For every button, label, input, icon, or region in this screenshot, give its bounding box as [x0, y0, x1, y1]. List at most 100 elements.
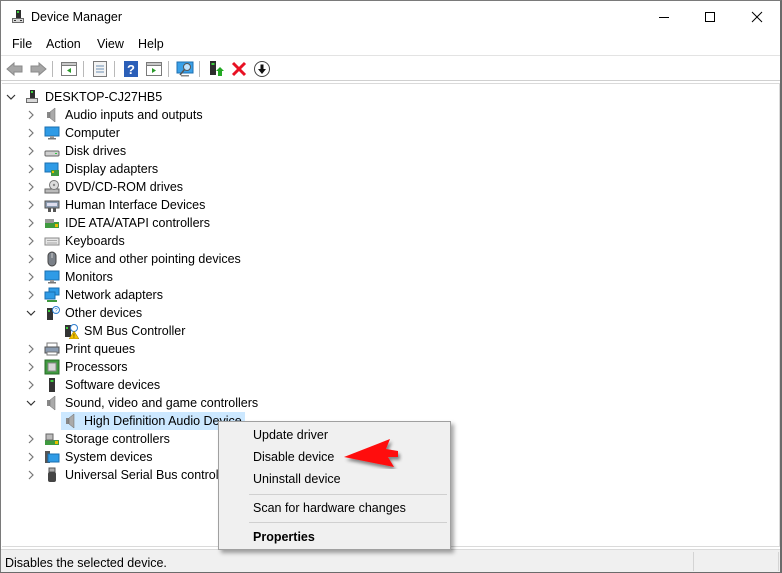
tree-item-other-devices[interactable]: ? Other devices [26, 304, 142, 322]
chevron-right-icon[interactable] [26, 254, 36, 264]
tree-item-label: Keyboards [65, 234, 125, 248]
high-definition-audio-device-icon [66, 413, 75, 429]
close-button[interactable] [734, 1, 780, 33]
status-text: Disables the selected device. [5, 556, 167, 570]
mice-and-other-pointing-devices-icon [47, 251, 57, 267]
chevron-right-icon[interactable] [26, 452, 36, 462]
computer-icon [44, 126, 60, 140]
tree-item-mice-and-other-pointing-devices[interactable]: Mice and other pointing devices [26, 250, 241, 268]
chevron-right-icon[interactable] [26, 128, 36, 138]
chevron-right-icon[interactable] [26, 434, 36, 444]
sound-video-and-game-controllers-icon [47, 395, 56, 411]
toolbar-separator [52, 61, 53, 77]
tree-item-print-queues[interactable]: Print queues [26, 340, 135, 358]
menu-action[interactable]: Action [46, 37, 81, 51]
tree-item-disk-drives[interactable]: Disk drives [26, 142, 126, 160]
chevron-right-icon[interactable] [26, 164, 36, 174]
scan-hardware-monitor-icon[interactable] [176, 60, 194, 78]
ctx-update-driver[interactable]: Update driver [253, 428, 328, 442]
tree-root[interactable]: DESKTOP-CJ27HB5 [6, 88, 162, 106]
status-bar: Disables the selected device. [1, 549, 780, 572]
tree-item-human-interface-devices[interactable]: Human Interface Devices [26, 196, 205, 214]
menu-view[interactable]: View [97, 37, 124, 51]
tree-item-label: Network adapters [65, 288, 163, 302]
chevron-down-icon[interactable] [26, 398, 36, 408]
tree-item-sound-video-and-game-controllers[interactable]: Sound, video and game controllers [26, 394, 258, 412]
chevron-right-icon[interactable] [26, 218, 36, 228]
tree-item-display-adapters[interactable]: Display adapters [26, 160, 158, 178]
chevron-right-icon[interactable] [26, 344, 36, 354]
tree-item-label: Processors [65, 360, 128, 374]
menu-file[interactable]: File [12, 37, 32, 51]
forward-arrow-icon[interactable] [29, 60, 47, 78]
tree-item-label: Audio inputs and outputs [65, 108, 203, 122]
title-bar[interactable]: Device Manager [1, 1, 780, 33]
help-icon[interactable]: ? [122, 60, 140, 78]
tree-item-dvd-cd-rom-drives[interactable]: DVD/CD-ROM drives [26, 178, 183, 196]
monitors-icon [44, 270, 60, 284]
chevron-right-icon[interactable] [26, 200, 36, 210]
context-menu: Update driver Disable device Uninstall d… [218, 421, 451, 550]
back-arrow-icon[interactable] [6, 60, 24, 78]
tree-item-label: Sound, video and game controllers [65, 396, 259, 410]
tree-item-label: Universal Serial Bus controllers [65, 468, 239, 482]
show-action-pane-icon[interactable] [145, 60, 163, 78]
tree-item-universal-serial-bus-controllers[interactable]: Universal Serial Bus controllers [26, 466, 239, 484]
audio-inputs-and-outputs-icon [47, 107, 56, 123]
tree-item-audio-inputs-and-outputs[interactable]: Audio inputs and outputs [26, 106, 203, 124]
status-divider [778, 552, 779, 571]
status-divider [693, 552, 694, 571]
disable-device-down-arrow-icon[interactable] [253, 60, 271, 78]
ctx-scan-hardware-changes[interactable]: Scan for hardware changes [253, 501, 406, 515]
tree-item-ide-ata-atapi-controllers[interactable]: IDE ATA/ATAPI controllers [26, 214, 210, 232]
root-label: DESKTOP-CJ27HB5 [45, 90, 163, 104]
ctx-properties[interactable]: Properties [253, 530, 315, 544]
other-devices-icon: ? [47, 306, 60, 320]
minimize-icon [659, 17, 669, 18]
chevron-down-icon[interactable] [6, 92, 16, 102]
tree-item-computer[interactable]: Computer [26, 124, 120, 142]
software-devices-icon [49, 378, 55, 392]
toolbar: ? [1, 55, 780, 81]
menu-help[interactable]: Help [138, 37, 164, 51]
tree-item-label: IDE ATA/ATAPI controllers [65, 216, 210, 230]
ide-ata-atapi-controllers-icon [45, 219, 59, 228]
system-devices-icon [45, 451, 60, 463]
ctx-separator [249, 522, 447, 523]
chevron-right-icon[interactable] [26, 362, 36, 372]
ctx-disable-device[interactable]: Disable device [253, 450, 334, 464]
tree-item-label: Storage controllers [65, 432, 170, 446]
chevron-right-icon[interactable] [26, 146, 36, 156]
tree-item-sm-bus-controller[interactable]: ! SM Bus Controller [63, 322, 185, 340]
tree-item-monitors[interactable]: Monitors [26, 268, 113, 286]
tree-item-software-devices[interactable]: Software devices [26, 376, 160, 394]
chevron-right-icon[interactable] [26, 110, 36, 120]
chevron-right-icon[interactable] [26, 236, 36, 246]
minimize-button[interactable] [641, 1, 687, 33]
ctx-uninstall-device[interactable]: Uninstall device [253, 472, 341, 486]
display-adapters-icon [44, 162, 59, 176]
uninstall-device-x-icon[interactable] [230, 60, 248, 78]
update-driver-icon[interactable] [207, 60, 225, 78]
close-icon [751, 11, 763, 23]
show-hide-console-tree-icon[interactable] [60, 60, 78, 78]
chevron-down-icon[interactable] [26, 308, 36, 318]
tree-item-system-devices[interactable]: System devices [26, 448, 153, 466]
universal-serial-bus-controllers-icon [48, 467, 56, 482]
tree-item-label: Monitors [65, 270, 113, 284]
sm-bus-controller-icon: ! [65, 324, 79, 339]
tree-item-network-adapters[interactable]: Network adapters [26, 286, 163, 304]
chevron-right-icon[interactable] [26, 272, 36, 282]
tree-item-processors[interactable]: Processors [26, 358, 128, 376]
tree-item-keyboards[interactable]: Keyboards [26, 232, 125, 250]
tree-item-label: Computer [65, 126, 120, 140]
keyboards-icon [44, 237, 60, 246]
chevron-right-icon[interactable] [26, 290, 36, 300]
properties-icon[interactable] [91, 60, 109, 78]
chevron-right-icon[interactable] [26, 470, 36, 480]
tree-item-label: SM Bus Controller [84, 324, 186, 338]
maximize-button[interactable] [687, 1, 733, 33]
tree-item-storage-controllers[interactable]: Storage controllers [26, 430, 170, 448]
chevron-right-icon[interactable] [26, 380, 36, 390]
chevron-right-icon[interactable] [26, 182, 36, 192]
